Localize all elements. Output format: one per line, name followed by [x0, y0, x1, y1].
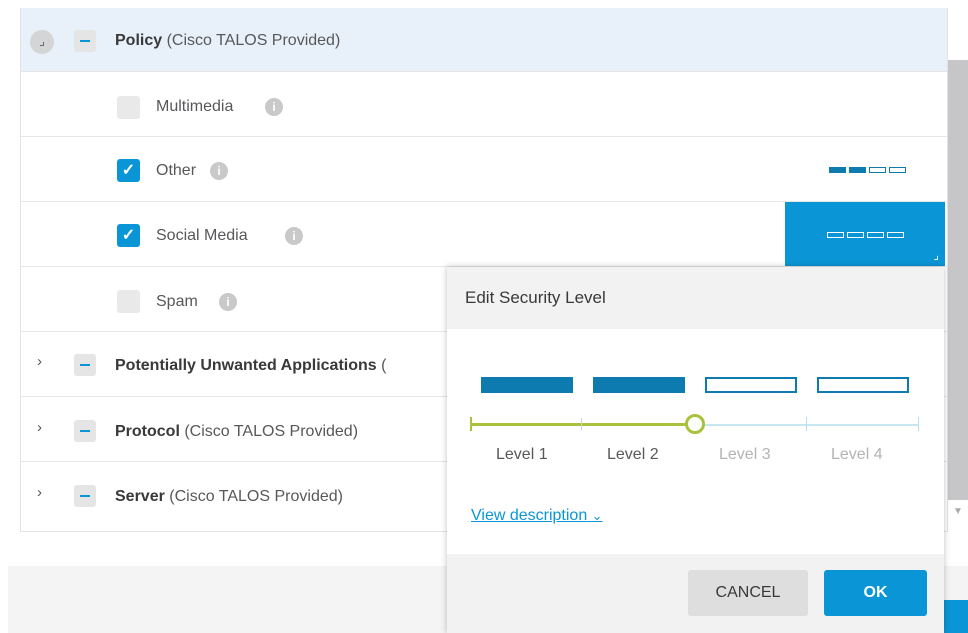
level-segment — [849, 167, 866, 173]
security-level-indicator — [827, 232, 907, 240]
view-description-link[interactable]: View description ⌄ — [471, 506, 603, 526]
level-segment — [829, 167, 846, 173]
level-label-3[interactable]: Level 3 — [719, 445, 771, 465]
edit-security-level-dialog: Edit Security Level Level 1 Level 2 Leve… — [447, 267, 944, 633]
scrollbar[interactable] — [948, 60, 968, 500]
ok-button[interactable]: OK — [824, 570, 927, 616]
slider-tick — [470, 417, 472, 431]
label-multimedia: Multimedia — [156, 98, 234, 115]
dialog-footer: CANCEL OK — [447, 554, 944, 633]
slider-tick — [806, 417, 807, 431]
group-label-server: Server (Cisco TALOS Provided) — [115, 488, 343, 505]
level-bar-1[interactable] — [481, 377, 573, 393]
info-icon[interactable]: i — [265, 98, 283, 116]
security-level-cell-active[interactable]: ⌟ — [785, 202, 945, 266]
list-item-other: ✓ Other i — [21, 137, 947, 202]
level-bar-4[interactable] — [817, 377, 909, 393]
checkbox-multimedia[interactable] — [117, 96, 140, 119]
checkbox-social-media[interactable]: ✓ — [117, 224, 140, 247]
group-toggle-protocol[interactable] — [74, 420, 96, 442]
label-spam: Spam — [156, 293, 198, 310]
security-level-indicator[interactable] — [829, 167, 909, 175]
group-row-policy[interactable]: ⌟ Policy (Cisco TALOS Provided) — [21, 8, 947, 72]
level-bar-3[interactable] — [705, 377, 797, 393]
level-segment — [887, 232, 904, 238]
slider-tick — [581, 418, 582, 430]
scroll-down-icon[interactable]: ▼ — [953, 506, 963, 517]
group-label-protocol: Protocol (Cisco TALOS Provided) — [115, 423, 359, 440]
label-social-media: Social Media — [156, 227, 248, 244]
footer-button-partial[interactable] — [944, 600, 968, 633]
chevron-down-icon: ⌄ — [591, 508, 603, 523]
slider-tick — [918, 417, 919, 431]
level-label-1[interactable]: Level 1 — [496, 445, 548, 465]
dialog-header: Edit Security Level — [447, 267, 944, 329]
group-toggle-pua[interactable] — [74, 354, 96, 376]
group-toggle-policy[interactable] — [74, 30, 96, 52]
group-label-policy: Policy (Cisco TALOS Provided) — [115, 32, 341, 49]
collapse-icon[interactable]: ⌟ — [30, 30, 54, 54]
level-segment — [827, 232, 844, 238]
corner-icon: ⌟ — [933, 248, 939, 262]
info-icon[interactable]: i — [210, 162, 228, 180]
slider-track-filled — [470, 423, 695, 426]
chevron-right-icon[interactable]: › — [37, 419, 42, 436]
group-toggle-server[interactable] — [74, 485, 96, 507]
level-segment — [889, 167, 906, 173]
level-label-4[interactable]: Level 4 — [831, 445, 883, 465]
level-segment — [869, 167, 886, 173]
checkbox-spam[interactable] — [117, 290, 140, 313]
cancel-button[interactable]: CANCEL — [688, 570, 808, 616]
level-segment — [847, 232, 864, 238]
list-item-multimedia: Multimedia i — [21, 72, 947, 137]
chevron-right-icon[interactable]: › — [37, 353, 42, 370]
level-segment — [867, 232, 884, 238]
level-bar-2[interactable] — [593, 377, 685, 393]
chevron-right-icon[interactable]: › — [37, 484, 42, 501]
checkbox-other[interactable]: ✓ — [117, 159, 140, 182]
info-icon[interactable]: i — [285, 227, 303, 245]
label-other: Other — [156, 162, 197, 179]
slider-handle[interactable] — [685, 414, 705, 434]
group-label-pua: Potentially Unwanted Applications ( — [115, 357, 387, 374]
dialog-title: Edit Security Level — [465, 288, 606, 307]
level-label-2[interactable]: Level 2 — [607, 445, 659, 465]
info-icon[interactable]: i — [219, 293, 237, 311]
